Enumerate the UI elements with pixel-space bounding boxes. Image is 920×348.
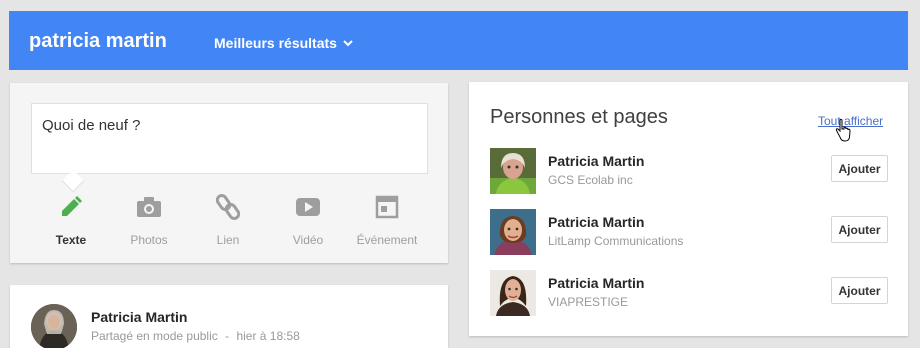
share-action-video[interactable]: Vidéo	[268, 193, 348, 247]
person-name[interactable]: Patricia Martin	[548, 214, 644, 230]
video-play-icon	[296, 198, 320, 216]
share-action-text[interactable]: Texte	[31, 193, 111, 247]
list-item: Patricia Martin LitLamp Communications A…	[490, 209, 890, 255]
share-action-label: Texte	[55, 233, 87, 247]
add-button[interactable]: Ajouter	[831, 216, 888, 243]
share-card: Quoi de neuf ? Texte Photos Lien Vidéo É…	[10, 83, 448, 263]
people-pages-card: Personnes et pages Tout afficher Patrici…	[469, 82, 908, 336]
post-card: Patricia Martin Partagé en mode public -…	[10, 285, 448, 348]
pencil-icon	[62, 196, 82, 216]
sort-dropdown-label: Meilleurs résultats	[214, 35, 337, 51]
search-header: patricia martin Meilleurs résultats	[9, 11, 908, 70]
avatar[interactable]	[490, 270, 536, 316]
share-actions: Texte Photos Lien Vidéo Événement	[10, 193, 448, 253]
list-item: Patricia Martin GCS Ecolab inc Ajouter	[490, 148, 890, 194]
share-action-photos[interactable]: Photos	[109, 193, 189, 247]
share-prompt: Quoi de neuf ?	[42, 117, 141, 134]
post-visibility: Partagé en mode public	[91, 329, 218, 343]
post-meta: Partagé en mode public - hier à 18:58	[91, 329, 300, 343]
post-separator: -	[225, 329, 230, 343]
share-action-label: Vidéo	[292, 233, 324, 247]
post-timestamp[interactable]: hier à 18:58	[236, 329, 299, 343]
sort-dropdown[interactable]: Meilleurs résultats	[214, 35, 353, 51]
add-button[interactable]: Ajouter	[831, 277, 888, 304]
share-action-link[interactable]: Lien	[188, 193, 268, 247]
avatar[interactable]	[31, 304, 77, 348]
avatar[interactable]	[490, 209, 536, 255]
camera-icon	[137, 197, 161, 217]
share-action-label: Événement	[356, 233, 418, 247]
search-query-title: patricia martin	[29, 30, 167, 52]
avatar[interactable]	[490, 148, 536, 194]
person-name[interactable]: Patricia Martin	[548, 275, 644, 291]
person-name[interactable]: Patricia Martin	[548, 153, 644, 169]
section-title: Personnes et pages	[490, 106, 668, 128]
share-action-label: Lien	[216, 233, 240, 247]
chevron-down-icon	[343, 39, 353, 46]
add-button[interactable]: Ajouter	[831, 155, 888, 182]
person-organization: GCS Ecolab inc	[548, 173, 633, 187]
share-action-label: Photos	[130, 233, 168, 247]
link-icon	[216, 194, 240, 220]
person-organization: VIAPRESTIGE	[548, 295, 629, 309]
post-author[interactable]: Patricia Martin	[91, 309, 187, 325]
hand-cursor-icon	[835, 119, 851, 142]
share-action-event[interactable]: Événement	[347, 193, 427, 247]
calendar-icon	[375, 195, 399, 219]
person-organization: LitLamp Communications	[548, 234, 684, 248]
share-input[interactable]: Quoi de neuf ?	[31, 103, 428, 174]
list-item: Patricia Martin VIAPRESTIGE Ajouter	[490, 270, 890, 316]
